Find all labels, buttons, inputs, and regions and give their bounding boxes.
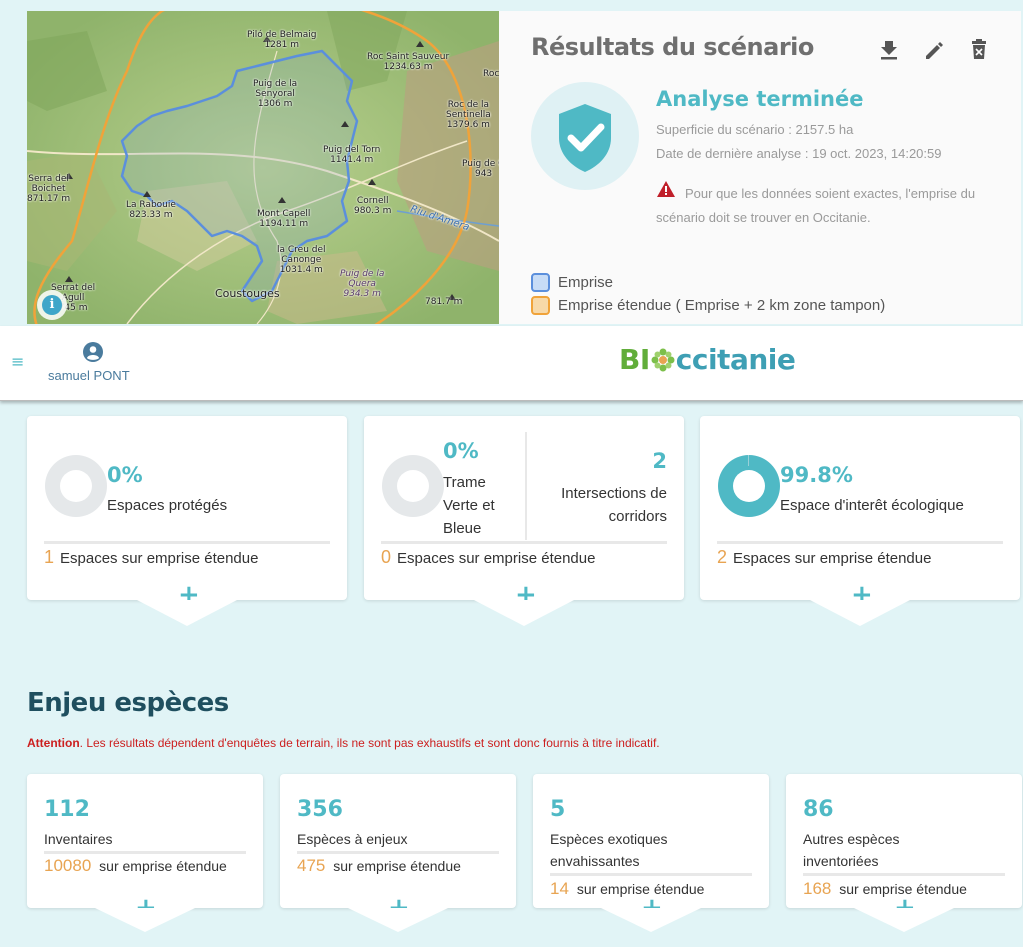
protected-ext-label: Espaces sur emprise étendue: [60, 550, 259, 567]
map-info-button[interactable]: i: [37, 290, 67, 320]
app-header: ≡ samuel PONT BI ccitanie: [0, 326, 1023, 401]
invasive-label: Espèces exotiques envahissantes: [550, 831, 668, 869]
logo-tail: ccitanie: [675, 343, 796, 376]
interest-ext-label: Espaces sur emprise étendue: [733, 550, 932, 567]
trame-label-2: Verte et: [443, 497, 495, 514]
map-label-781: 781.7 m: [425, 297, 463, 307]
legend-emprise: Emprise: [531, 273, 613, 292]
inventories-extended: 10080 sur emprise étendue: [44, 854, 244, 878]
protected-donut: [45, 455, 107, 517]
map-label-mont-capell: Mont Capell 1194.11 m: [257, 209, 311, 229]
scenario-map[interactable]: Piló de Belmaig 1281 m Roc Saint Sauveur 1…: [27, 11, 499, 324]
logo-flower-icon: [651, 348, 675, 371]
edit-icon: [926, 42, 943, 59]
protected-label: Espaces protégés: [107, 497, 228, 514]
protected-ext-num: 1: [44, 547, 55, 567]
inventories-ext-label: sur emprise étendue: [99, 858, 227, 874]
etendue-swatch: [531, 296, 550, 315]
corridors-label-2: corridors: [608, 508, 667, 525]
download-button[interactable]: [879, 38, 899, 60]
corridors-label-1: Intersections de: [561, 485, 667, 502]
emprise-swatch: [531, 273, 550, 292]
invasive-value: 5: [550, 797, 566, 822]
user-name[interactable]: samuel PONT: [48, 368, 130, 383]
interest-extended: 2 Espaces sur emprise étendue: [717, 547, 931, 568]
stakes-label: Espèces à enjeux: [297, 831, 408, 847]
inventories-label: Inventaires: [44, 831, 113, 847]
species-attention: Attention. Les résultats dépendent d'enq…: [27, 736, 660, 750]
map-label-roc: Roc: [483, 69, 499, 79]
stakes-extended: 475 sur emprise étendue: [297, 854, 497, 878]
result-title: Résultats du scénario: [531, 33, 814, 61]
trame-donut: [382, 455, 444, 517]
card-ecological-interest: 99.8% Espace d'interêt écologique 2 Espac…: [700, 416, 1020, 626]
stakes-ext-label: sur emprise étendue: [333, 858, 461, 874]
interest-pct: 99.8%: [780, 463, 853, 487]
stakes-ext-num: 475: [297, 856, 326, 875]
corridors-count: 2: [652, 449, 667, 473]
card-protected-spaces: 0% Espaces protégés 1 Espaces sur emprise…: [27, 416, 347, 626]
trame-ext-num: 0: [381, 547, 392, 567]
result-actions: [879, 38, 989, 60]
interest-ext-num: 2: [717, 547, 728, 567]
inventories-ext-num: 10080: [44, 856, 92, 875]
species-card-inventories: 112 Inventaires 10080 sur emprise étendu…: [27, 774, 263, 932]
protected-pct: 0%: [107, 463, 143, 487]
inventories-value: 112: [44, 797, 90, 822]
delete-icon: [972, 39, 986, 59]
map-label-puig-torn: Puig del Torn 1141.4 m: [323, 145, 381, 165]
app-logo[interactable]: BI ccitanie: [619, 343, 796, 376]
trame-extended: 0 Espaces sur emprise étendue: [381, 547, 595, 568]
species-card-stakes: 356 Espèces à enjeux 475 sur emprise éte…: [280, 774, 516, 932]
shield-check-icon: [559, 104, 611, 172]
menu-icon[interactable]: ≡: [11, 352, 24, 371]
map-label-roc-saint-sauveur: Roc Saint Sauveur 1234.63 m: [367, 52, 450, 72]
card-trame: 0% Trame Verte et Bleue 2 Intersections …: [364, 416, 684, 626]
legend-emprise-label: Emprise: [558, 274, 614, 291]
location-warning: Pour que les données soient exactes, l'e…: [656, 186, 976, 225]
protected-extended: 1 Espaces sur emprise étendue: [44, 547, 258, 568]
map-label-pilo: Piló de Belmaig 1281 m: [247, 30, 317, 50]
info-icon: i: [42, 295, 62, 315]
other-value: 86: [803, 797, 834, 822]
stakes-value: 356: [297, 797, 343, 822]
interest-label: Espace d'interêt écologique: [780, 497, 964, 514]
other-ext-num: 168: [803, 879, 832, 898]
scenario-area: Superficie du scénario : 2157.5 ha: [656, 122, 854, 137]
invasive-ext-num: 14: [550, 879, 569, 898]
download-icon: [881, 41, 897, 60]
map-label-sentinella: Roc de la Sentinella 1379.6 m: [446, 100, 491, 130]
attention-bold: Attention: [27, 736, 80, 750]
edit-button[interactable]: [924, 38, 944, 60]
species-section-title: Enjeu espèces: [27, 688, 229, 718]
other-label: Autres espèces inventoriées: [803, 831, 900, 869]
map-label-la-rabouie: La Rabouie 823.33 m: [126, 200, 176, 220]
trame-label-3: Bleue: [443, 520, 482, 537]
trame-ext-label: Espaces sur emprise étendue: [397, 550, 596, 567]
map-label-senyoral: Puig de la Senyoral 1306 m: [253, 79, 298, 109]
map-label-cornell: Cornell 980.3 m: [354, 196, 392, 216]
user-icon[interactable]: [83, 342, 103, 362]
species-card-invasive: 5 Espèces exotiques envahissantes 14 sur…: [533, 774, 769, 932]
last-analysis-date: Date de dernière analyse : 19 oct. 2023,…: [656, 146, 942, 161]
trame-label-1: Trame: [443, 474, 486, 491]
result-panel: Résultats du scénario Analyse terminée S…: [499, 11, 1021, 324]
map-label-puig-quera: Puig de la Quera 934.3 m: [340, 269, 385, 299]
trame-pct: 0%: [443, 439, 479, 463]
legend-etendue: Emprise étendue ( Emprise + 2 km zone ta…: [531, 296, 885, 315]
map-label-puig-g: Puig de G943: [462, 159, 499, 179]
delete-button[interactable]: [969, 38, 989, 60]
shield-badge: [531, 82, 639, 190]
attention-text: . Les résultats dépendent d'enquêtes de …: [79, 736, 660, 750]
map-label-serra-boichet: Serra del Boichet 871.17 m: [27, 174, 71, 204]
interest-donut: [718, 455, 780, 517]
map-label-creu-canonge: la Creu del Canonge 1031.4 m: [277, 245, 326, 275]
legend-etendue-label: Emprise étendue ( Emprise + 2 km zone ta…: [558, 297, 886, 314]
map-label-coustouges: Coustouges: [215, 287, 280, 300]
analysis-status-title: Analyse terminée: [656, 87, 864, 111]
species-card-other: 86 Autres espèces inventoriées 168 sur e…: [786, 774, 1022, 932]
logo-head: BI: [619, 343, 650, 376]
